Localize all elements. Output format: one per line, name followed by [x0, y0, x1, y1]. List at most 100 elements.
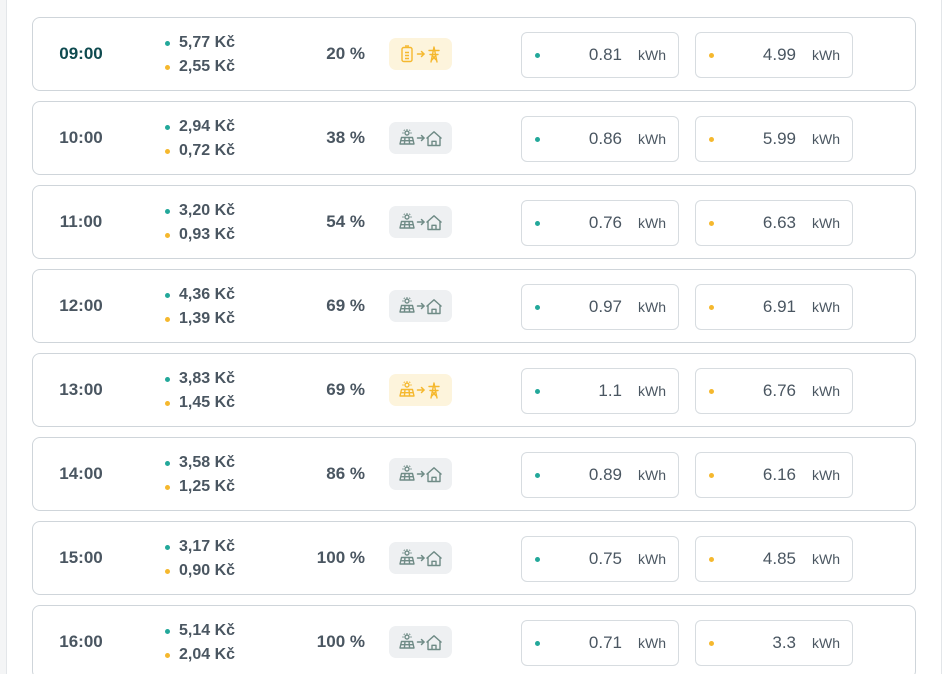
price-group: 5,14 Kč 2,04 Kč: [165, 619, 255, 667]
teal-energy-field[interactable]: 0.76 kWh: [521, 200, 679, 246]
amber-energy-field[interactable]: 6.91 kWh: [695, 284, 853, 330]
buy-price: 3,58 Kč: [165, 451, 255, 475]
amber-dot-icon: [165, 400, 170, 406]
solar-to-home-icon: [398, 632, 442, 650]
amber-energy-unit: kWh: [812, 299, 840, 315]
amber-energy-field[interactable]: 6.16 kWh: [695, 452, 853, 498]
battery-percent: 38 %: [326, 128, 365, 147]
hour-time: 11:00: [59, 212, 103, 231]
teal-energy-value: 0.75: [588, 549, 622, 568]
hour-row[interactable]: 09:00 5,77 Kč 2,55 Kč 20 % 0.81 kWh 4.99…: [32, 17, 916, 91]
teal-dot-icon: [535, 641, 540, 646]
sell-price-value: 0,90 Kč: [179, 562, 236, 579]
sell-price-value: 0,93 Kč: [179, 226, 236, 243]
buy-price-value: 5,77 Kč: [179, 34, 236, 51]
buy-price: 5,14 Kč: [165, 619, 255, 643]
amber-energy-field[interactable]: 6.63 kWh: [695, 200, 853, 246]
hour-row[interactable]: 16:00 5,14 Kč 2,04 Kč 100 % 0.71 kWh 3.3…: [32, 605, 916, 674]
amber-energy-value: 6.63: [762, 213, 796, 232]
price-group: 3,83 Kč 1,45 Kč: [165, 367, 255, 415]
teal-energy-field[interactable]: 0.86 kWh: [521, 116, 679, 162]
amber-energy-value: 6.91: [762, 297, 796, 316]
teal-energy-unit: kWh: [638, 551, 666, 567]
amber-energy-unit: kWh: [812, 131, 840, 147]
hour-time: 14:00: [59, 464, 103, 483]
price-group: 3,20 Kč 0,93 Kč: [165, 199, 255, 247]
buy-price-value: 2,94 Kč: [179, 118, 236, 135]
teal-energy-unit: kWh: [638, 47, 666, 63]
amber-energy-unit: kWh: [812, 215, 840, 231]
teal-energy-value: 0.71: [588, 633, 622, 652]
amber-dot-icon: [165, 652, 170, 658]
teal-dot-icon: [535, 557, 540, 562]
amber-energy-field[interactable]: 4.99 kWh: [695, 32, 853, 78]
battery-percent: 100 %: [316, 548, 365, 567]
amber-energy-value: 5.99: [762, 129, 796, 148]
hour-time: 15:00: [59, 548, 103, 567]
teal-energy-unit: kWh: [638, 383, 666, 399]
sell-price: 0,93 Kč: [165, 223, 255, 247]
teal-energy-field[interactable]: 0.97 kWh: [521, 284, 679, 330]
amber-energy-value: 4.99: [762, 45, 796, 64]
sell-price: 2,04 Kč: [165, 643, 255, 667]
hour-row[interactable]: 13:00 3,83 Kč 1,45 Kč 69 % 1.1 kWh 6.76 …: [32, 353, 916, 427]
teal-energy-field[interactable]: 0.81 kWh: [521, 32, 679, 78]
amber-energy-field[interactable]: 4.85 kWh: [695, 536, 853, 582]
teal-energy-field[interactable]: 0.75 kWh: [521, 536, 679, 582]
sell-price: 1,45 Kč: [165, 391, 255, 415]
amber-dot-icon: [709, 137, 714, 142]
amber-energy-unit: kWh: [812, 467, 840, 483]
solar-to-home-icon: [398, 296, 442, 314]
battery-percent: 54 %: [326, 212, 365, 231]
hour-row[interactable]: 10:00 2,94 Kč 0,72 Kč 38 % 0.86 kWh 5.99…: [32, 101, 916, 175]
amber-energy-field[interactable]: 6.76 kWh: [695, 368, 853, 414]
teal-energy-unit: kWh: [638, 635, 666, 651]
amber-dot-icon: [165, 232, 170, 238]
amber-dot-icon: [165, 64, 170, 70]
teal-energy-field[interactable]: 0.71 kWh: [521, 620, 679, 666]
buy-price: 3,20 Kč: [165, 199, 255, 223]
teal-energy-unit: kWh: [638, 131, 666, 147]
price-group: 3,17 Kč 0,90 Kč: [165, 535, 255, 583]
teal-energy-field[interactable]: 0.89 kWh: [521, 452, 679, 498]
buy-price-value: 3,83 Kč: [179, 370, 236, 387]
mode-badge[interactable]: [389, 122, 452, 154]
sell-price-value: 1,45 Kč: [179, 394, 236, 411]
hour-time: 13:00: [59, 380, 103, 399]
mode-badge[interactable]: [389, 206, 452, 238]
buy-price: 2,94 Kč: [165, 115, 255, 139]
teal-energy-unit: kWh: [638, 215, 666, 231]
teal-energy-value: 1.1: [598, 381, 622, 400]
hour-row[interactable]: 15:00 3,17 Kč 0,90 Kč 100 % 0.75 kWh 4.8…: [32, 521, 916, 595]
amber-energy-field[interactable]: 5.99 kWh: [695, 116, 853, 162]
teal-dot-icon: [535, 53, 540, 58]
hour-row[interactable]: 12:00 4,36 Kč 1,39 Kč 69 % 0.97 kWh 6.91…: [32, 269, 916, 343]
mode-badge[interactable]: [389, 458, 452, 490]
battery-percent: 100 %: [316, 632, 365, 651]
mode-badge[interactable]: [389, 290, 452, 322]
mode-badge[interactable]: [389, 542, 452, 574]
buy-price-value: 4,36 Kč: [179, 286, 236, 303]
hour-time: 09:00: [59, 44, 103, 63]
teal-energy-unit: kWh: [638, 467, 666, 483]
hour-row[interactable]: 11:00 3,20 Kč 0,93 Kč 54 % 0.76 kWh 6.63…: [32, 185, 916, 259]
teal-energy-value: 0.89: [588, 465, 622, 484]
mode-badge[interactable]: [389, 38, 452, 70]
teal-energy-field[interactable]: 1.1 kWh: [521, 368, 679, 414]
amber-dot-icon: [165, 148, 170, 154]
mode-badge[interactable]: [389, 374, 452, 406]
teal-dot-icon: [535, 221, 540, 226]
amber-dot-icon: [709, 473, 714, 478]
hourly-plan-list: 09:00 5,77 Kč 2,55 Kč 20 % 0.81 kWh 4.99…: [32, 17, 916, 674]
sell-price-value: 2,55 Kč: [179, 58, 236, 75]
buy-price-value: 5,14 Kč: [179, 622, 236, 639]
amber-energy-value: 6.16: [762, 465, 796, 484]
amber-energy-field[interactable]: 3.3 kWh: [695, 620, 853, 666]
price-group: 5,77 Kč 2,55 Kč: [165, 31, 255, 79]
mode-badge[interactable]: [389, 626, 452, 658]
teal-dot-icon: [165, 124, 170, 130]
hour-row[interactable]: 14:00 3,58 Kč 1,25 Kč 86 % 0.89 kWh 6.16…: [32, 437, 916, 511]
sell-price: 0,90 Kč: [165, 559, 255, 583]
teal-dot-icon: [535, 473, 540, 478]
battery-percent: 69 %: [326, 296, 365, 315]
